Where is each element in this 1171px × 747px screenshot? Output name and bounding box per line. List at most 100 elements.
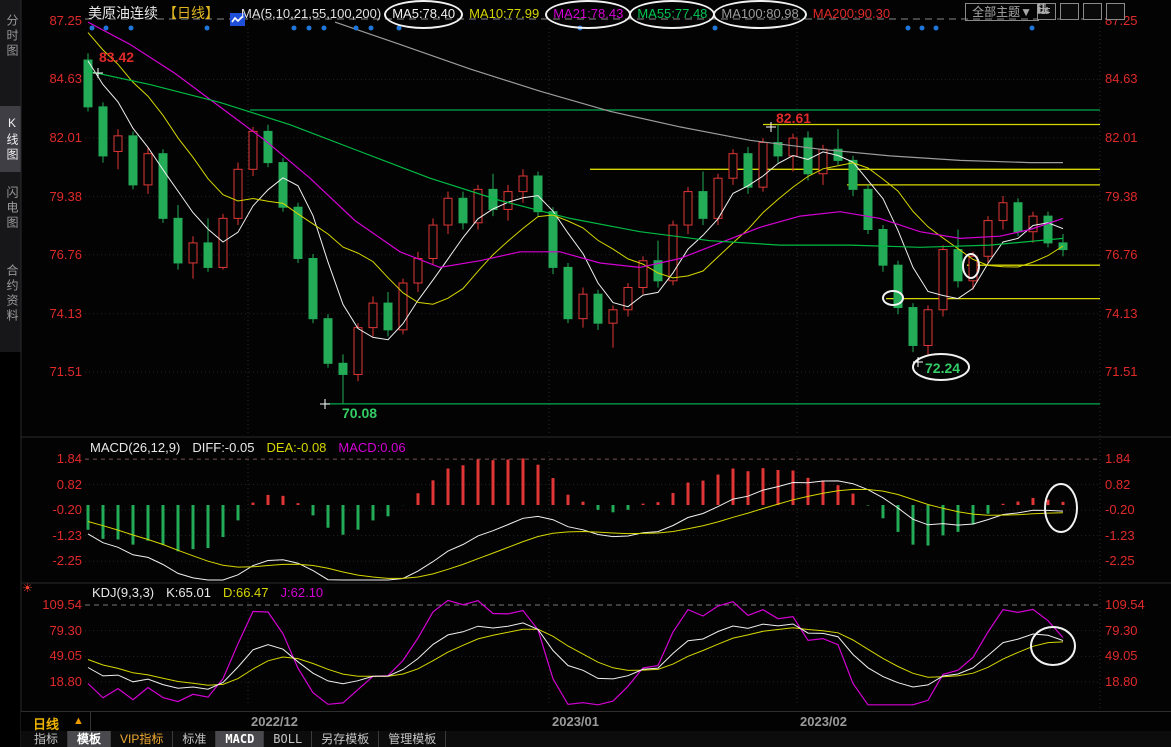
price-axis-label-left: 87.25 xyxy=(22,13,82,28)
date-label-2: 2023/02 xyxy=(800,714,847,729)
divider xyxy=(90,712,91,731)
candle-body xyxy=(84,60,92,107)
candle-body xyxy=(909,308,917,346)
tab-标准[interactable]: 标准 xyxy=(173,731,216,747)
candle-body xyxy=(369,303,377,328)
candle-body xyxy=(429,225,437,258)
tab-另存模板[interactable]: 另存模板 xyxy=(312,731,379,747)
price-axis-label-left: 82.01 xyxy=(22,130,82,145)
candle-body xyxy=(234,169,242,218)
candle-body xyxy=(129,136,137,185)
annotation-circle xyxy=(1031,627,1075,665)
signal-dot xyxy=(713,26,718,31)
tab-MACD[interactable]: MACD xyxy=(216,731,264,747)
ma-value-4: MA100:80.98 xyxy=(721,6,798,21)
candle-body xyxy=(114,136,122,152)
signal-dot xyxy=(292,26,297,31)
candle-body xyxy=(729,154,737,179)
candle-body xyxy=(444,198,452,225)
annotation-text-70.08: 70.08 xyxy=(342,405,377,421)
indicator-settings-icon[interactable]: ☀ xyxy=(22,581,33,595)
date-label-1: 2023/01 xyxy=(552,714,599,729)
signal-dot xyxy=(920,26,925,31)
tab-BOLL[interactable]: BOLL xyxy=(264,731,312,747)
symbol-title: 美原油连续 xyxy=(88,3,158,23)
annotation-text-83.42: 83.42 xyxy=(99,49,134,65)
candle-body xyxy=(849,160,857,189)
kdj-axis-label-left: 18.80 xyxy=(22,674,82,689)
macd-macd-value: MACD:0.06 xyxy=(338,440,405,455)
macd-axis-label-left: -0.20 xyxy=(22,502,82,517)
signal-dot xyxy=(397,26,402,31)
tab-VIP指标[interactable]: VIP指标 xyxy=(111,731,173,747)
candle-body xyxy=(459,198,467,223)
signal-dot xyxy=(129,26,134,31)
kdj-axis-label-right: 18.80 xyxy=(1105,674,1138,689)
signal-dot xyxy=(90,26,95,31)
signal-dot xyxy=(104,26,109,31)
kdj-k-value: K:65.01 xyxy=(166,585,211,600)
candle-body xyxy=(1044,216,1052,243)
macd-axis-label-right: -0.20 xyxy=(1105,502,1135,517)
price-axis-label-left: 74.13 xyxy=(22,306,82,321)
macd-axis-label-right: -1.23 xyxy=(1105,528,1135,543)
signal-dot xyxy=(1030,26,1035,31)
price-axis-label-right: 79.38 xyxy=(1105,189,1138,204)
candle-body xyxy=(354,328,362,375)
ma-settings-label: MA(5,10,21,55,100,200) xyxy=(241,6,381,21)
macd-diff-value: DIFF:-0.05 xyxy=(192,440,254,455)
macd-diff-line xyxy=(88,481,1063,580)
candle-body xyxy=(744,154,752,187)
tab-模板[interactable]: 模板 xyxy=(68,731,111,747)
price-axis-label-right: 84.63 xyxy=(1105,71,1138,86)
candle-body xyxy=(384,303,392,330)
axis-vertical-icon[interactable] xyxy=(1060,3,1079,20)
kdj-axis-label-right: 49.05 xyxy=(1105,648,1138,663)
candle-body xyxy=(954,250,962,281)
candle-body xyxy=(864,189,872,229)
ma-value-1: MA10:77.99 xyxy=(469,6,539,21)
kdj-j-value: J:62.10 xyxy=(281,585,324,600)
indicator-tab-bar: 指标模板VIP指标标准MACDBOLL另存模板管理模板 xyxy=(21,731,1171,747)
candle-body xyxy=(294,207,302,258)
kdj-d-line xyxy=(88,628,1063,686)
candle-body xyxy=(339,363,347,374)
candle-body xyxy=(519,176,527,192)
window-icon-group xyxy=(1037,3,1125,20)
macd-axis-label-right: -2.25 xyxy=(1105,553,1135,568)
signal-dot xyxy=(578,26,583,31)
candle-body xyxy=(879,230,887,266)
candle-body xyxy=(639,261,647,288)
tab-管理模板[interactable]: 管理模板 xyxy=(379,731,446,747)
macd-dea-line xyxy=(88,489,1063,578)
chart-header: 美原油连续 【日线】 MA(5,10,21,55,100,200) MA5:78… xyxy=(88,3,890,23)
ma10-line xyxy=(88,33,1063,305)
period-up-arrow-icon[interactable]: ▲ xyxy=(73,715,84,727)
price-axis-label-left: 71.51 xyxy=(22,364,82,379)
split-pane-icon[interactable] xyxy=(1106,3,1125,20)
candle-body xyxy=(924,310,932,346)
candle-body xyxy=(699,192,707,219)
chart-canvas[interactable] xyxy=(0,0,1171,747)
candle-body xyxy=(804,138,812,174)
candle-body xyxy=(984,221,992,257)
ma21-line xyxy=(88,22,1063,267)
macd-axis-label-left: -1.23 xyxy=(22,528,82,543)
axis-horizontal-icon[interactable] xyxy=(1083,3,1102,20)
candle-body xyxy=(99,107,107,156)
theme-selector[interactable]: 全部主题▼ xyxy=(965,3,1039,21)
price-axis-label-right: 71.51 xyxy=(1105,364,1138,379)
tab-指标[interactable]: 指标 xyxy=(25,731,68,747)
date-axis-bar: 日线 ▲ 2022/122023/012023/02 xyxy=(21,711,1171,732)
price-axis-label-right: 74.13 xyxy=(1105,306,1138,321)
ma-value-5: MA200:90.30 xyxy=(813,6,890,21)
price-axis-label-left: 84.63 xyxy=(22,71,82,86)
candle-body xyxy=(549,212,557,268)
macd-axis-label-left: 0.82 xyxy=(22,477,82,492)
ma-value-2: MA21:78.43 xyxy=(553,6,623,21)
kdj-axis-label-left: 79.30 xyxy=(22,623,82,638)
candle-body xyxy=(534,176,542,212)
candle-body xyxy=(219,218,227,267)
macd-axis-label-left: -2.25 xyxy=(22,553,82,568)
kdj-d-value: D:66.47 xyxy=(223,585,269,600)
